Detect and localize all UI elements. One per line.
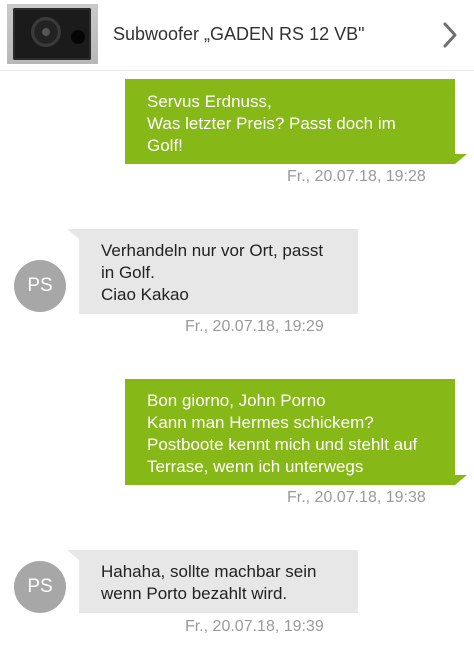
bass-port-icon (71, 30, 85, 44)
subwoofer-image (13, 8, 91, 60)
bubble-tail (67, 550, 79, 560)
speaker-cone-icon (31, 17, 61, 47)
message-line: Verhandeln nur vor Ort, passt (101, 241, 324, 260)
avatar[interactable]: PS (14, 260, 66, 312)
message-line: wenn Porto bezahlt wird. (101, 584, 288, 603)
outgoing-message-bubble: Bon giorno, John Porno Kann man Hermes s… (125, 379, 455, 485)
incoming-message-bubble: Verhandeln nur vor Ort, passt in Golf. C… (79, 229, 358, 314)
message-line: Golf! (147, 136, 183, 155)
message-line: Ciao Kakao (101, 285, 189, 304)
message-line: Bon giorno, John Porno (147, 391, 326, 410)
message-line: in Golf. (101, 263, 155, 282)
product-thumbnail[interactable] (7, 4, 98, 64)
message-timestamp: Fr., 20.07.18, 19:29 (185, 318, 324, 335)
message-line: Postboote kennt mich und stehlt auf (147, 435, 418, 454)
incoming-message-bubble: Hahaha, sollte machbar sein wenn Porto b… (79, 550, 358, 613)
chat-header[interactable]: Subwoofer „GADEN RS 12 VB" (0, 0, 474, 71)
message-timestamp: Fr., 20.07.18, 19:39 (185, 618, 324, 635)
bubble-tail (455, 475, 467, 485)
message-line: Kann man Hermes schickem? (147, 413, 374, 432)
message-line: Hahaha, sollte machbar sein (101, 562, 317, 581)
outgoing-message-bubble: Servus Erdnuss, Was letzter Preis? Passt… (125, 79, 455, 164)
avatar[interactable]: PS (14, 561, 66, 613)
message-line: Was letzter Preis? Passt doch im (147, 114, 396, 133)
message-line: Terrase, wenn ich unterwegs (147, 457, 364, 476)
bubble-tail (455, 154, 467, 164)
message-line: Servus Erdnuss, (147, 92, 272, 111)
chevron-right-icon[interactable] (440, 20, 460, 50)
listing-title[interactable]: Subwoofer „GADEN RS 12 VB" (113, 24, 365, 45)
bubble-tail (67, 229, 79, 239)
message-timestamp: Fr., 20.07.18, 19:38 (287, 489, 426, 506)
message-timestamp: Fr., 20.07.18, 19:28 (287, 168, 426, 185)
